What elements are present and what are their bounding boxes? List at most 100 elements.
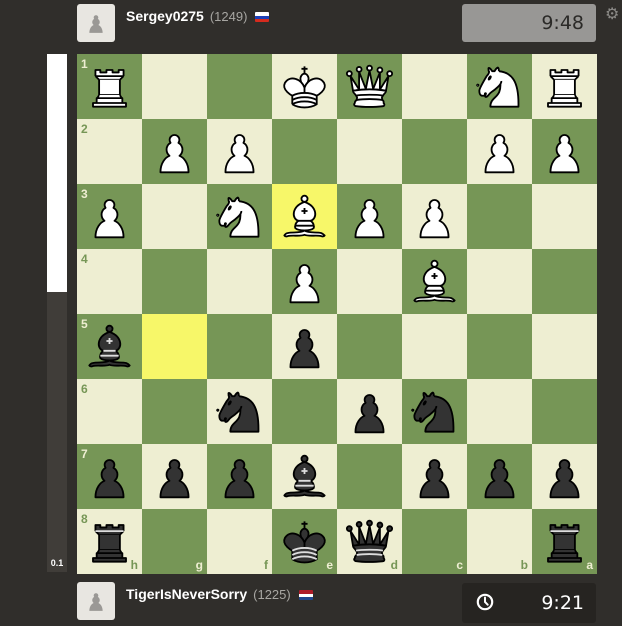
square-e5[interactable] — [272, 314, 337, 379]
square-h6[interactable]: 6 — [77, 379, 142, 444]
square-c7[interactable] — [402, 444, 467, 509]
square-e6[interactable] — [272, 379, 337, 444]
white-pawn-icon[interactable] — [472, 124, 527, 179]
square-h3[interactable]: 3 — [77, 184, 142, 249]
black-rook-icon[interactable] — [537, 514, 592, 569]
white-pawn-icon[interactable] — [407, 189, 462, 244]
square-c8[interactable]: c — [402, 509, 467, 574]
square-f2[interactable] — [207, 119, 272, 184]
top-player-avatar[interactable] — [77, 4, 115, 42]
chess-board[interactable]: 1 2 3 4 5 6 78h g fed c ba — [77, 54, 597, 574]
square-e3[interactable] — [272, 184, 337, 249]
square-f7[interactable] — [207, 444, 272, 509]
square-c4[interactable] — [402, 249, 467, 314]
square-d6[interactable] — [337, 379, 402, 444]
square-e8[interactable]: e — [272, 509, 337, 574]
square-d8[interactable]: d — [337, 509, 402, 574]
square-d7[interactable] — [337, 444, 402, 509]
square-g7[interactable] — [142, 444, 207, 509]
square-f8[interactable]: f — [207, 509, 272, 574]
white-rook-icon[interactable] — [82, 59, 137, 114]
square-a6[interactable] — [532, 379, 597, 444]
black-pawn-icon[interactable] — [407, 449, 462, 504]
square-h5[interactable]: 5 — [77, 314, 142, 379]
square-g5[interactable] — [142, 314, 207, 379]
square-f3[interactable] — [207, 184, 272, 249]
square-b1[interactable] — [467, 54, 532, 119]
black-knight-icon[interactable] — [407, 384, 462, 439]
black-king-icon[interactable] — [277, 514, 332, 569]
square-c3[interactable] — [402, 184, 467, 249]
white-queen-icon[interactable] — [342, 59, 397, 114]
square-a8[interactable]: a — [532, 509, 597, 574]
square-f6[interactable] — [207, 379, 272, 444]
square-f1[interactable] — [207, 54, 272, 119]
white-pawn-icon[interactable] — [82, 189, 137, 244]
square-d3[interactable] — [337, 184, 402, 249]
bottom-player-name[interactable]: TigerIsNeverSorry — [126, 586, 247, 602]
square-d5[interactable] — [337, 314, 402, 379]
white-pawn-icon[interactable] — [277, 254, 332, 309]
square-d2[interactable] — [337, 119, 402, 184]
black-pawn-icon[interactable] — [82, 449, 137, 504]
white-king-icon[interactable] — [277, 59, 332, 114]
square-b2[interactable] — [467, 119, 532, 184]
white-pawn-icon[interactable] — [537, 124, 592, 179]
white-pawn-icon[interactable] — [147, 124, 202, 179]
gear-icon[interactable]: ⚙ — [605, 7, 621, 23]
square-b5[interactable] — [467, 314, 532, 379]
white-pawn-icon[interactable] — [342, 189, 397, 244]
square-c6[interactable] — [402, 379, 467, 444]
square-b8[interactable]: b — [467, 509, 532, 574]
square-f4[interactable] — [207, 249, 272, 314]
square-c1[interactable] — [402, 54, 467, 119]
square-g3[interactable] — [142, 184, 207, 249]
square-h1[interactable]: 1 — [77, 54, 142, 119]
square-a4[interactable] — [532, 249, 597, 314]
black-pawn-icon[interactable] — [147, 449, 202, 504]
black-rook-icon[interactable] — [82, 514, 137, 569]
white-knight-icon[interactable] — [212, 189, 267, 244]
square-a1[interactable] — [532, 54, 597, 119]
square-g2[interactable] — [142, 119, 207, 184]
square-e2[interactable] — [272, 119, 337, 184]
white-bishop-icon[interactable] — [407, 254, 462, 309]
square-b6[interactable] — [467, 379, 532, 444]
white-pawn-icon[interactable] — [212, 124, 267, 179]
square-b4[interactable] — [467, 249, 532, 314]
black-knight-icon[interactable] — [212, 384, 267, 439]
square-a2[interactable] — [532, 119, 597, 184]
black-queen-icon[interactable] — [342, 514, 397, 569]
square-d4[interactable] — [337, 249, 402, 314]
square-d1[interactable] — [337, 54, 402, 119]
white-rook-icon[interactable] — [537, 59, 592, 114]
square-h2[interactable]: 2 — [77, 119, 142, 184]
black-pawn-icon[interactable] — [537, 449, 592, 504]
black-bishop-icon[interactable] — [277, 449, 332, 504]
square-g6[interactable] — [142, 379, 207, 444]
square-h8[interactable]: 8h — [77, 509, 142, 574]
black-pawn-icon[interactable] — [277, 319, 332, 374]
square-g4[interactable] — [142, 249, 207, 314]
square-e1[interactable] — [272, 54, 337, 119]
white-bishop-icon[interactable] — [277, 189, 332, 244]
square-b7[interactable] — [467, 444, 532, 509]
square-a5[interactable] — [532, 314, 597, 379]
square-a3[interactable] — [532, 184, 597, 249]
bottom-player-avatar[interactable] — [77, 582, 115, 620]
square-c5[interactable] — [402, 314, 467, 379]
square-g8[interactable]: g — [142, 509, 207, 574]
square-h4[interactable]: 4 — [77, 249, 142, 314]
white-knight-icon[interactable] — [472, 59, 527, 114]
square-b3[interactable] — [467, 184, 532, 249]
square-g1[interactable] — [142, 54, 207, 119]
square-c2[interactable] — [402, 119, 467, 184]
black-pawn-icon[interactable] — [472, 449, 527, 504]
square-f5[interactable] — [207, 314, 272, 379]
square-h7[interactable]: 7 — [77, 444, 142, 509]
square-e7[interactable] — [272, 444, 337, 509]
square-e4[interactable] — [272, 249, 337, 314]
square-a7[interactable] — [532, 444, 597, 509]
top-player-name[interactable]: Sergey0275 — [126, 8, 204, 24]
black-pawn-icon[interactable] — [212, 449, 267, 504]
